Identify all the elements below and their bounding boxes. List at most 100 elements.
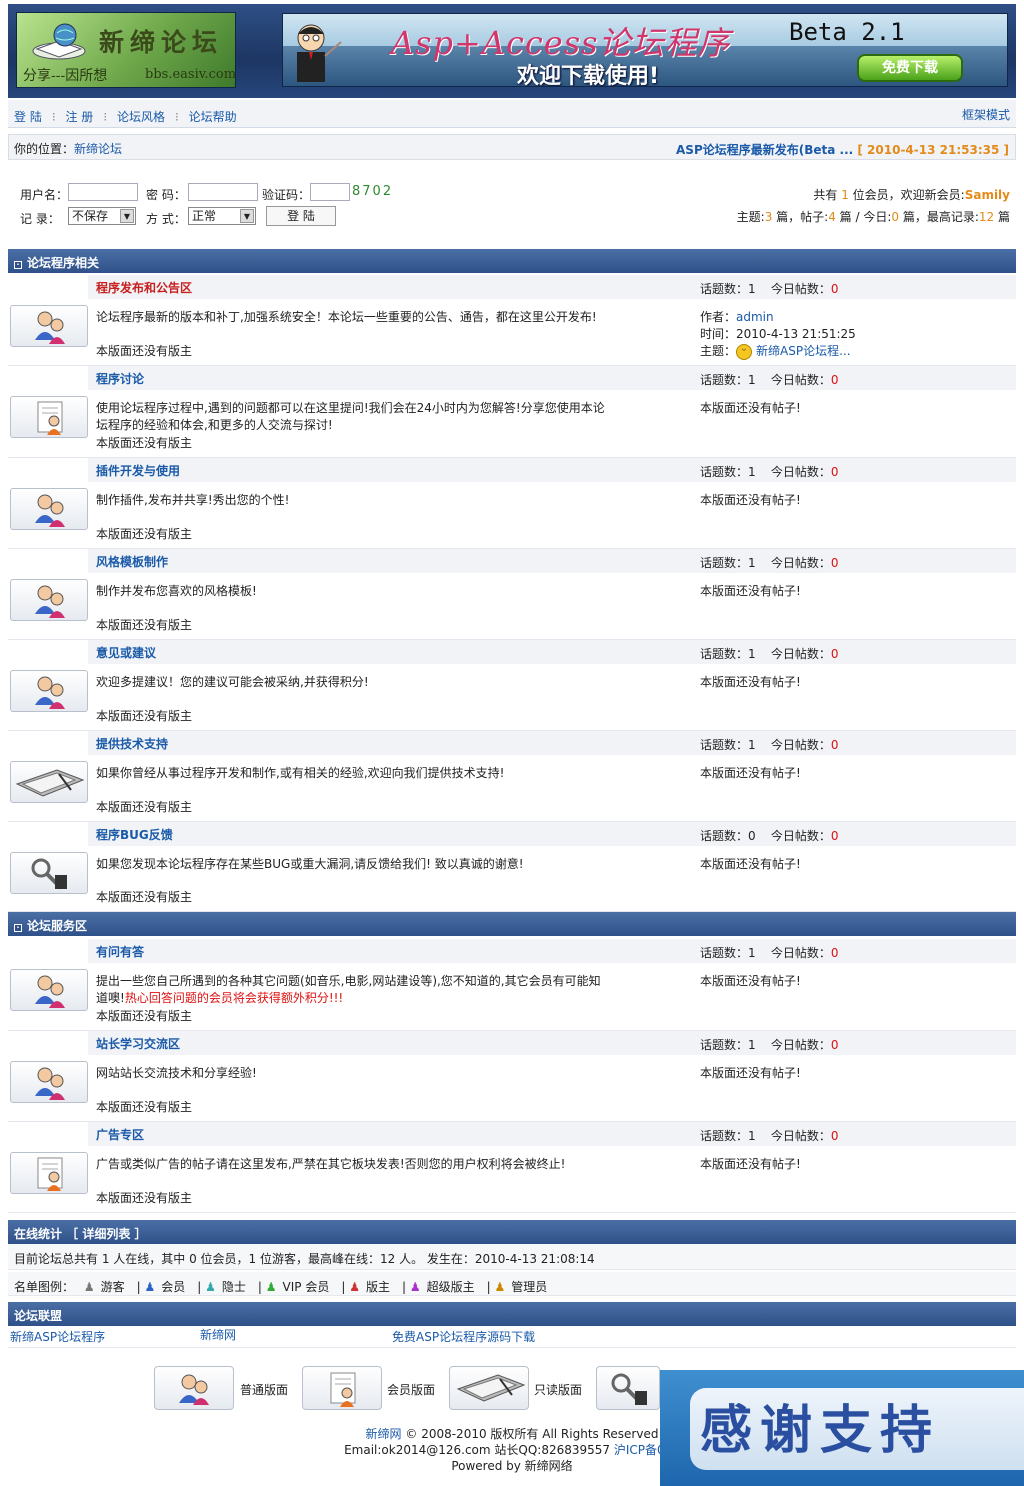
forum-title-link[interactable]: 程序讨论	[96, 370, 144, 387]
today-count: 0	[830, 738, 839, 752]
forum-desc-text: 欢迎多提建议！您的建议可能会被采纳,并获得积分!	[96, 675, 369, 689]
today-label: 今日帖数：	[770, 465, 831, 479]
forum-doc-icon[interactable]	[10, 396, 88, 438]
nav-register[interactable]: 注 册	[65, 110, 93, 124]
logo-name: 新缔论坛	[99, 28, 224, 57]
today-count: 0	[830, 373, 839, 387]
forum-desc-highlight: 热心回答问题的会员将会获得额外积分!!!	[124, 991, 344, 1005]
mode-value: 正常	[192, 209, 217, 223]
forum-row: 广告专区 话题数：1 今日帖数：0 广告或类似广告的帖子请在这里发布,严禁在其它…	[8, 1122, 1016, 1213]
alliance-title: 论坛联盟	[14, 1309, 63, 1323]
forum-row: 风格模板制作 话题数：1 今日帖数：0 制作并发布您喜欢的风格模板! 本版面还没…	[8, 549, 1016, 640]
no-posts: 本版面还没有帖子!	[700, 1066, 801, 1080]
top-nav: 登 陆 ⁝ 注 册 ⁝ 论坛风格 ⁝ 论坛帮助 框架模式	[8, 100, 1016, 128]
section-header[interactable]: · 论坛程序相关	[8, 249, 1016, 273]
forum-title-link[interactable]: 意见或建议	[96, 644, 156, 661]
remember-select[interactable]: 不保存 ▼	[68, 207, 136, 225]
nav-style[interactable]: 论坛风格	[117, 110, 165, 124]
section-header[interactable]: · 论坛服务区	[8, 912, 1016, 936]
section-title: 论坛程序相关	[27, 256, 100, 270]
login-button[interactable]: 登 陆	[266, 206, 336, 226]
forum-counts: 话题数：1 今日帖数：0	[700, 463, 839, 480]
forum-row: 程序讨论 话题数：1 今日帖数：0 使用论坛程序过程中,遇到的问题都可以在这里提…	[8, 366, 1016, 458]
forum-people-icon[interactable]	[10, 969, 88, 1011]
forum-moderator: 本版面还没有版主	[96, 890, 193, 904]
breadcrumb-label: 你的位置：	[14, 142, 75, 156]
no-posts: 本版面还没有帖子!	[700, 401, 801, 415]
forum-title-link[interactable]: 提供技术支持	[96, 735, 168, 752]
book-globe-icon	[32, 23, 86, 60]
password-label: 密 码：	[146, 188, 186, 202]
site-logo[interactable]: 新缔论坛 分享---因所想 bbs.easiv.com	[16, 12, 236, 88]
download-button[interactable]: 免费下载	[857, 54, 963, 82]
no-posts: 本版面还没有帖子!	[700, 493, 801, 507]
username-input[interactable]	[68, 183, 138, 201]
last-post-time: 时间：2010-4-13 21:51:25	[700, 327, 856, 341]
today-count: 0	[830, 465, 839, 479]
forum-description: 网站站长交流技术和分享经验!	[96, 1065, 606, 1082]
site-header: 新缔论坛 分享---因所想 bbs.easiv.com Asp+Access论坛…	[8, 4, 1016, 98]
stats-members: 1	[841, 188, 849, 202]
forum-title-link[interactable]: 插件开发与使用	[96, 462, 180, 479]
online-title[interactable]: 在线统计 ［ 详细列表 ］	[14, 1227, 147, 1241]
forum-people-icon[interactable]	[10, 579, 88, 621]
last-author-link[interactable]: admin	[736, 310, 774, 324]
forum-row: 程序发布和公告区 话题数：1 今日帖数：0 论坛程序最新的版本和补丁,加强系统安…	[8, 275, 1016, 366]
forum-title-link[interactable]: 广告专区	[96, 1126, 144, 1143]
forum-counts: 话题数：1 今日帖数：0	[700, 645, 839, 662]
forum-title-row: 插件开发与使用 话题数：1 今日帖数：0	[88, 458, 1016, 482]
forum-desc-text: 广告或类似广告的帖子请在这里发布,严禁在其它板块发表!否则您的用户权利将会被终止…	[96, 1157, 566, 1171]
stats-text: 篇 / 今日:	[835, 210, 892, 224]
forum-title-link[interactable]: 有问有答	[96, 943, 144, 960]
forum-desc-text: 论坛程序最新的版本和补丁,加强系统安全！本论坛一些重要的公告、通告，都在这里公开…	[96, 310, 597, 324]
alliance-link[interactable]: 新缔ASP论坛程序	[10, 1328, 105, 1345]
forum-people-icon[interactable]	[10, 488, 88, 530]
new-member-link[interactable]: Samily	[965, 188, 1010, 202]
collapse-icon[interactable]: ·	[14, 924, 22, 932]
breadcrumb-home[interactable]: 新缔论坛	[74, 142, 122, 156]
forum-key-icon[interactable]	[10, 852, 88, 894]
member-board-icon	[302, 1366, 382, 1410]
header-banner[interactable]: Asp+Access论坛程序 欢迎下载使用! Beta 2.1 免费下载	[282, 13, 1008, 87]
normal-board-icon	[154, 1366, 234, 1410]
stats-posts: 4	[828, 210, 836, 224]
forum-counts: 话题数：1 今日帖数：0	[700, 280, 839, 297]
forum-people-icon[interactable]	[10, 1061, 88, 1103]
forum-title-link[interactable]: 程序发布和公告区	[96, 279, 192, 296]
thanks-text: 感谢支持	[700, 1400, 941, 1461]
today-label: 今日帖数：	[770, 946, 831, 960]
logo-slogan: 分享---因所想	[23, 68, 108, 84]
nav-login[interactable]: 登 陆	[14, 110, 42, 124]
mode-select[interactable]: 正常 ▼	[188, 207, 256, 225]
topic-count: 话题数：1	[700, 282, 756, 296]
forum-doc-icon[interactable]	[10, 1152, 88, 1194]
readonly-board-icon	[449, 1366, 529, 1410]
footer-home-link[interactable]: 新缔网	[366, 1427, 402, 1441]
forum-desc-text: 制作插件,发布并共享!秀出您的个性!	[96, 493, 290, 507]
collapse-icon[interactable]: ·	[14, 261, 22, 269]
frame-mode-link[interactable]: 框架模式	[962, 106, 1010, 123]
nav-help[interactable]: 论坛帮助	[189, 110, 237, 124]
forum-title-row: 意见或建议 话题数：1 今日帖数：0	[88, 640, 1016, 664]
no-posts: 本版面还没有帖子!	[700, 766, 801, 780]
breadcrumb: 你的位置：新缔论坛 ASP论坛程序最新发布(Beta ... [ 2010-4-…	[8, 134, 1016, 160]
forum-title-link[interactable]: 风格模板制作	[96, 553, 168, 570]
forum-people-icon[interactable]	[10, 305, 88, 347]
captcha-input[interactable]	[310, 183, 350, 201]
forum-title-link[interactable]: 程序BUG反馈	[96, 826, 173, 843]
alliance-link[interactable]: 免费ASP论坛程序源码下载	[392, 1328, 535, 1345]
forum-moderator: 本版面还没有版主	[96, 344, 193, 358]
forum-row: 意见或建议 话题数：1 今日帖数：0 欢迎多提建议！您的建议可能会被采纳,并获得…	[8, 640, 1016, 731]
forum-title-link[interactable]: 站长学习交流区	[96, 1035, 180, 1052]
forum-moderator: 本版面还没有版主	[96, 800, 193, 814]
last-topic-link[interactable]: 新缔ASP论坛程...	[756, 344, 851, 358]
announcement-marquee[interactable]: ASP论坛程序最新发布(Beta ...	[676, 143, 853, 157]
nav-separator: ⁝	[174, 110, 179, 124]
alliance-link[interactable]: 新缔网	[200, 1326, 236, 1343]
forum-book-icon[interactable]	[10, 761, 88, 803]
forum-people-icon[interactable]	[10, 670, 88, 712]
normal-board-label: 普通版面	[240, 1383, 289, 1397]
forum-row: 程序BUG反馈 话题数：0 今日帖数：0 如果您发现本论坛程序存在某些BUG或重…	[8, 822, 1016, 912]
password-input[interactable]	[188, 183, 258, 201]
server-datetime: [ 2010-4-13 21:53:35 ]	[857, 143, 1009, 157]
